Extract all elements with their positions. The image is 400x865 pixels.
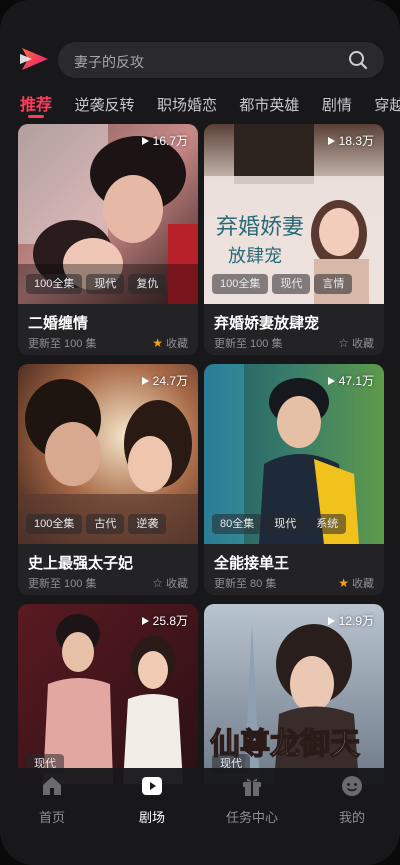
poster-title-art: 放肆宠 bbox=[228, 246, 282, 267]
top-bar: 妻子的反攻 bbox=[0, 40, 400, 80]
drama-card[interactable]: 24.7万 100全集 古代 逆袭 史上最强太子妃 更新至 100 集 ☆ 收藏 bbox=[18, 364, 198, 595]
tag: 100全集 bbox=[26, 274, 83, 294]
search-icon[interactable] bbox=[348, 50, 368, 70]
card-title: 二婚缠情 bbox=[28, 315, 89, 332]
tag-list: 100全集 古代 逆袭 bbox=[26, 514, 170, 536]
bottom-nav: 首页 剧场 任务中心 我的 bbox=[0, 768, 400, 865]
tag: 80全集 bbox=[212, 514, 263, 534]
tag: 现代 bbox=[266, 514, 305, 534]
favorite-button[interactable]: ☆ 收藏 bbox=[338, 335, 374, 351]
nav-label: 首页 bbox=[38, 810, 65, 825]
play-icon bbox=[141, 377, 149, 385]
favorite-label: 收藏 bbox=[352, 578, 374, 590]
tag: 言情 bbox=[314, 274, 353, 294]
app-screen: 妻子的反攻 推荐 逆袭反转 职场婚恋 都市英雄 剧情 穿越 16.7万 100全… bbox=[0, 0, 400, 865]
star-filled-icon: ★ bbox=[152, 336, 163, 350]
view-count: 12.9万 bbox=[327, 612, 374, 629]
view-count-text: 47.1万 bbox=[338, 374, 374, 388]
tag: 现代 bbox=[86, 274, 125, 294]
view-count: 16.7万 bbox=[141, 132, 188, 149]
episode-status: 更新至 100 集 bbox=[28, 338, 97, 350]
drama-card[interactable]: 16.7万 100全集 现代 复仇 二婚缠情 更新至 100 集 ★ 收藏 bbox=[18, 124, 198, 355]
tag-list: 100全集 现代 言情 bbox=[212, 274, 356, 296]
view-count-text: 12.9万 bbox=[338, 614, 374, 628]
tab-workplace-marriage[interactable]: 职场婚恋 bbox=[157, 94, 217, 115]
view-count-text: 16.7万 bbox=[152, 134, 188, 148]
tag: 100全集 bbox=[26, 514, 83, 534]
star-outline-icon: ☆ bbox=[338, 336, 349, 350]
search-bar[interactable]: 妻子的反攻 bbox=[58, 42, 384, 78]
episode-status: 更新至 100 集 bbox=[214, 338, 283, 350]
tag: 复仇 bbox=[128, 274, 167, 294]
app-logo-icon bbox=[20, 48, 48, 70]
home-icon bbox=[43, 777, 61, 795]
view-count-text: 25.8万 bbox=[152, 614, 188, 628]
play-icon bbox=[327, 377, 335, 385]
favorite-button[interactable]: ★ 收藏 bbox=[152, 335, 188, 351]
tab-counterattack[interactable]: 逆袭反转 bbox=[74, 94, 134, 115]
view-count: 25.8万 bbox=[141, 612, 188, 629]
favorite-button[interactable]: ★ 收藏 bbox=[338, 575, 374, 591]
favorite-label: 收藏 bbox=[352, 338, 374, 350]
nav-label: 任务中心 bbox=[225, 810, 278, 825]
nav-label: 我的 bbox=[338, 810, 365, 825]
nav-home[interactable]: 首页 bbox=[12, 774, 92, 826]
tag: 逆袭 bbox=[128, 514, 167, 534]
star-filled-icon: ★ bbox=[338, 576, 349, 590]
poster-title-art: 弃婚娇妻 bbox=[216, 215, 304, 240]
tag-list: 100全集 现代 复仇 bbox=[26, 274, 170, 296]
search-input[interactable]: 妻子的反攻 bbox=[74, 52, 144, 72]
tag-list: 80全集 现代 系统 bbox=[212, 514, 350, 536]
nav-label: 剧场 bbox=[138, 810, 165, 825]
gift-icon bbox=[243, 778, 261, 796]
tag: 古代 bbox=[86, 514, 125, 534]
nav-task-center[interactable]: 任务中心 bbox=[212, 774, 292, 826]
play-icon bbox=[327, 617, 335, 625]
episode-status: 更新至 100 集 bbox=[28, 578, 97, 590]
drama-card[interactable]: 弃婚娇妻 放肆宠 18.3万 100全集 现代 言情 弃婚娇妻放肆宠 更新至 100… bbox=[204, 124, 384, 355]
tab-urban-hero[interactable]: 都市英雄 bbox=[239, 94, 299, 115]
tab-drama[interactable]: 剧情 bbox=[322, 94, 352, 115]
play-icon bbox=[141, 617, 149, 625]
drama-card[interactable]: 47.1万 80全集 现代 系统 全能接单王 更新至 80 集 ★ 收藏 bbox=[204, 364, 384, 595]
card-title: 全能接单王 bbox=[214, 555, 290, 572]
nav-profile[interactable]: 我的 bbox=[312, 774, 392, 826]
view-count-text: 24.7万 bbox=[152, 374, 188, 388]
tag: 100全集 bbox=[212, 274, 269, 294]
card-title: 弃婚娇妻放肆宠 bbox=[214, 315, 320, 332]
profile-icon bbox=[342, 776, 362, 796]
play-icon bbox=[327, 137, 335, 145]
star-outline-icon: ☆ bbox=[152, 576, 163, 590]
view-count: 18.3万 bbox=[327, 132, 374, 149]
favorite-label: 收藏 bbox=[166, 338, 188, 350]
category-tabs: 推荐 逆袭反转 职场婚恋 都市英雄 剧情 穿越 bbox=[20, 91, 400, 121]
tab-time-travel[interactable]: 穿越 bbox=[374, 94, 400, 115]
favorite-label: 收藏 bbox=[166, 578, 188, 590]
nav-theater[interactable]: 剧场 bbox=[112, 774, 192, 826]
card-title: 史上最强太子妃 bbox=[28, 555, 134, 572]
view-count: 24.7万 bbox=[141, 372, 188, 389]
tag: 现代 bbox=[272, 274, 311, 294]
tag: 系统 bbox=[308, 514, 347, 534]
favorite-button[interactable]: ☆ 收藏 bbox=[152, 575, 188, 591]
view-count-text: 18.3万 bbox=[338, 134, 374, 148]
tab-recommend[interactable]: 推荐 bbox=[20, 91, 52, 118]
episode-status: 更新至 80 集 bbox=[214, 578, 277, 590]
play-icon bbox=[141, 137, 149, 145]
theater-icon bbox=[142, 777, 162, 795]
view-count: 47.1万 bbox=[327, 372, 374, 389]
